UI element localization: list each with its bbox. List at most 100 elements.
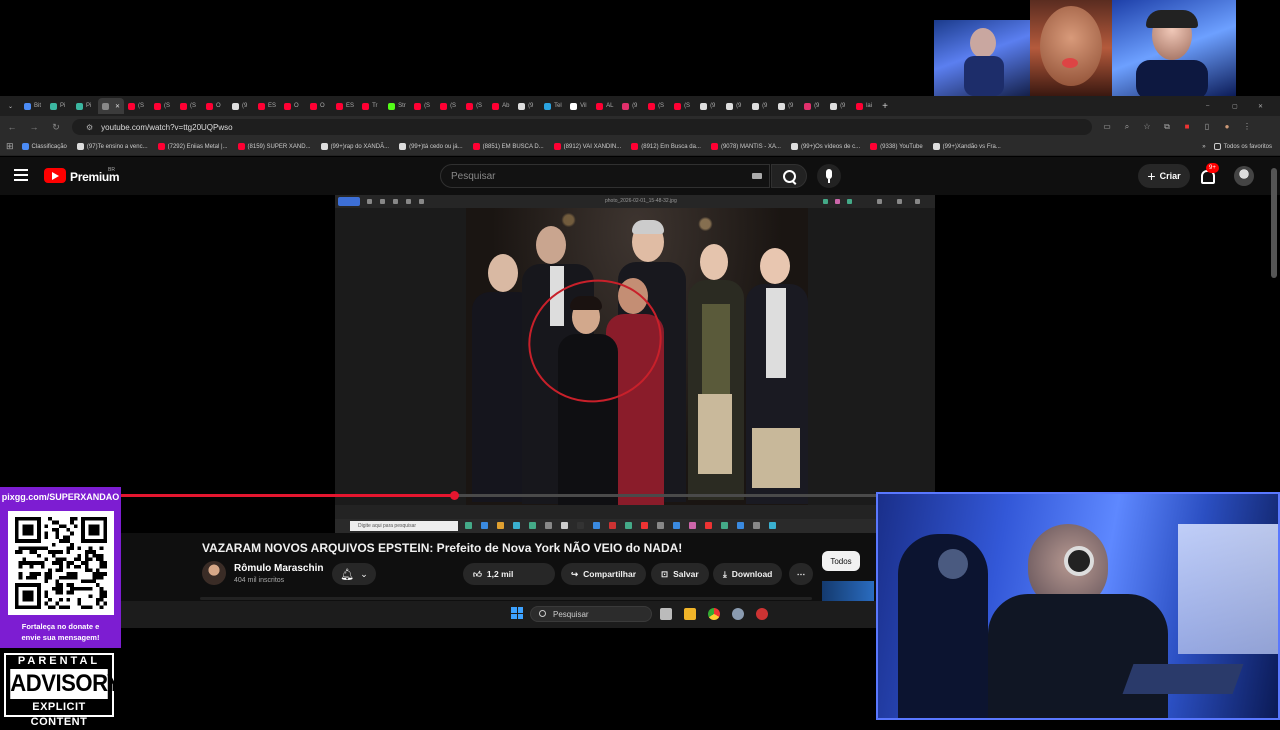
browser-tab[interactable]: (9	[800, 98, 826, 114]
browser-tab[interactable]: (S	[150, 98, 176, 114]
browser-tab[interactable]: Vil	[566, 98, 592, 114]
bookmark-favicon-icon	[631, 143, 639, 150]
more-actions-button[interactable]: ⋯	[789, 563, 813, 585]
browser-tab[interactable]: O	[280, 98, 306, 114]
like-button[interactable]: 👍︎ 1,2 mil 👎︎	[463, 563, 1008, 585]
video-player[interactable]: photo_2026-02-01_15-48-32.jpg Digite aqu…	[335, 195, 935, 533]
browser-tab[interactable]: Pi	[72, 98, 98, 114]
all-bookmarks-folder[interactable]: Todos os favoritos	[1213, 143, 1280, 150]
browser-tab[interactable]: Tel	[540, 98, 566, 114]
browser-tab[interactable]: Bit	[20, 98, 46, 114]
share-button[interactable]: ↪ Compartilhar	[561, 563, 647, 585]
search-button[interactable]	[771, 164, 807, 188]
bookmark-item[interactable]: (97)Te ensino a venc...	[76, 143, 148, 150]
sidebar-icon[interactable]: ▯	[1202, 122, 1212, 132]
channel-avatar[interactable]	[202, 561, 226, 585]
chrome-icon[interactable]	[708, 608, 720, 620]
bookmark-item[interactable]: (9078) MANTIS - XA...	[710, 143, 781, 150]
browser-tab[interactable]: (9	[826, 98, 852, 114]
browser-tab[interactable]: ✕	[98, 98, 125, 114]
voice-search-icon[interactable]	[817, 164, 841, 188]
close-tab-icon[interactable]: ✕	[115, 103, 120, 110]
extensions-icon[interactable]: ⧉	[1162, 122, 1172, 132]
youtube-logo-icon[interactable]	[44, 168, 66, 183]
bookmark-item[interactable]: (8912) Em Busca da...	[631, 143, 701, 150]
browser-tab[interactable]: ES	[254, 98, 280, 114]
browser-tab[interactable]: (9	[696, 98, 722, 114]
cast-icon[interactable]: ▭	[1102, 122, 1112, 132]
channel-name[interactable]: Rômulo Maraschin	[234, 563, 323, 574]
browser-tab[interactable]: (S	[176, 98, 202, 114]
settings-icon[interactable]	[732, 608, 744, 620]
tab-list-dropdown[interactable]: ⌄	[4, 98, 20, 114]
browser-tab[interactable]: (9	[722, 98, 748, 114]
browser-tab[interactable]: Pi	[46, 98, 72, 114]
bookmark-item[interactable]: (8159) SUPER XAND...	[237, 143, 311, 150]
browser-menu-icon[interactable]: ⋮	[1242, 122, 1252, 132]
browser-tab[interactable]: (S	[644, 98, 670, 114]
bookmark-star-icon[interactable]: ☆	[1142, 122, 1152, 132]
bookmarks-overflow-icon[interactable]: »	[1202, 144, 1205, 150]
browser-tab[interactable]: Ab	[488, 98, 514, 114]
close-window-icon[interactable]: ✕	[1254, 98, 1280, 114]
extension-red-icon[interactable]: ■	[1182, 122, 1192, 132]
bookmark-item[interactable]: (8912) VAI XANDIN...	[553, 143, 621, 150]
filter-chip-all[interactable]: Todos	[822, 551, 860, 571]
reload-icon[interactable]: ↻	[50, 122, 62, 133]
download-button[interactable]: ⤓ Download	[713, 563, 783, 585]
browser-tab[interactable]: (S	[462, 98, 488, 114]
browser-tab[interactable]: (S	[436, 98, 462, 114]
back-icon[interactable]: ←	[6, 122, 18, 132]
browser-tab[interactable]: AL	[592, 98, 618, 114]
browser-tab[interactable]: (S	[410, 98, 436, 114]
browser-tab[interactable]: (9	[228, 98, 254, 114]
video-progress-bar[interactable]	[120, 491, 878, 500]
description-box-edge[interactable]	[200, 597, 812, 600]
bookmark-item[interactable]: Classificação	[21, 143, 67, 150]
save-button[interactable]: ⊡ Salvar	[651, 563, 709, 585]
recommended-video-thumbnail[interactable]	[822, 581, 874, 603]
app-icon[interactable]	[756, 608, 768, 620]
user-avatar[interactable]	[1234, 166, 1254, 186]
page-scrollbar[interactable]	[1271, 168, 1277, 278]
browser-tab[interactable]: (9	[514, 98, 540, 114]
new-tab-button[interactable]: +	[878, 98, 904, 114]
browser-tab[interactable]: (9	[774, 98, 800, 114]
bookmark-item[interactable]: (99+)Xandão vs Fra...	[932, 143, 1001, 150]
create-button[interactable]: + Criar	[1138, 164, 1190, 188]
profile-icon[interactable]: ●	[1222, 122, 1232, 132]
zoom-icon[interactable]: ⌕	[1122, 122, 1132, 132]
browser-tab[interactable]: Str	[384, 98, 410, 114]
bookmark-item[interactable]: (8851) EM BUSCA D...	[472, 143, 544, 150]
subscription-bell-button[interactable]: 🔔︎ ⌄	[332, 563, 376, 585]
bookmark-item[interactable]: (7292) Eniias Metal |...	[157, 143, 228, 150]
browser-tab[interactable]: O	[202, 98, 228, 114]
bookmark-item[interactable]: (9338) YouTube	[870, 143, 923, 150]
apps-grid-icon[interactable]: ⊞	[6, 141, 14, 152]
browser-tab[interactable]: O	[306, 98, 332, 114]
browser-tab[interactable]: (S	[670, 98, 696, 114]
bookmark-item[interactable]: (99+)rap do XANDÃ...	[320, 143, 389, 150]
search-input[interactable]: Pesquisar	[440, 164, 770, 188]
minimize-icon[interactable]: –	[1202, 98, 1228, 114]
task-view-icon[interactable]	[660, 608, 672, 620]
browser-tab[interactable]: lai	[852, 98, 878, 114]
bookmark-item[interactable]: (99+)tá cedo ou já...	[399, 143, 463, 150]
site-info-icon[interactable]: ⚙	[86, 123, 93, 132]
forward-icon[interactable]: →	[28, 122, 40, 132]
progress-scrubber[interactable]	[449, 491, 459, 500]
browser-tab[interactable]: (9	[748, 98, 774, 114]
file-explorer-icon[interactable]	[684, 608, 696, 620]
tab-label: (S	[476, 103, 483, 109]
browser-tab[interactable]: (9	[618, 98, 644, 114]
url-field[interactable]: ⚙ youtube.com/watch?v=ttg20UQPwso	[72, 119, 1092, 135]
browser-tab[interactable]: ES	[332, 98, 358, 114]
taskbar-search-field[interactable]: Pesquisar	[530, 606, 652, 622]
windows-start-icon[interactable]	[511, 607, 523, 619]
browser-tab[interactable]: (S	[124, 98, 150, 114]
keyboard-icon[interactable]	[752, 173, 762, 179]
maximize-icon[interactable]: ▢	[1228, 98, 1254, 114]
hamburger-menu-icon[interactable]	[14, 169, 28, 181]
browser-tab[interactable]: Tr	[358, 98, 384, 114]
bookmark-item[interactable]: (99+)Os vídeos de c...	[790, 143, 860, 150]
